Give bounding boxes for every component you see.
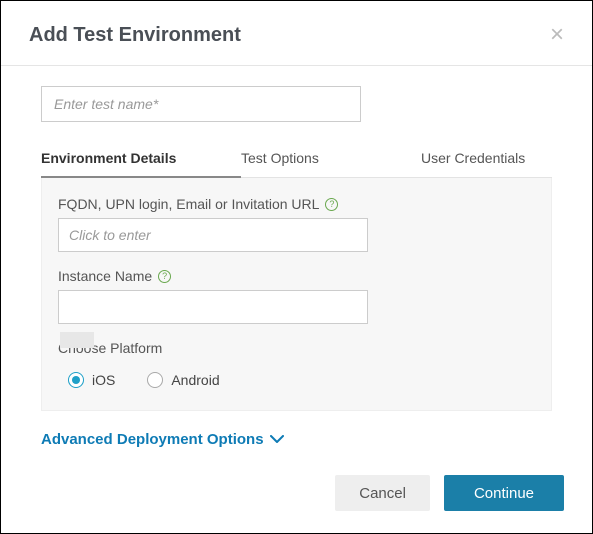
help-icon[interactable]: ?	[158, 270, 171, 283]
close-icon[interactable]: ×	[550, 23, 564, 47]
cancel-button[interactable]: Cancel	[335, 475, 430, 511]
platform-ios-label: iOS	[92, 372, 115, 388]
dialog-title: Add Test Environment	[29, 24, 241, 47]
instance-name-label: Instance Name	[58, 268, 152, 284]
tab-environment-details[interactable]: Environment Details	[41, 140, 241, 178]
instance-placeholder-bar	[60, 332, 94, 348]
fqdn-input[interactable]	[58, 218, 368, 252]
advanced-label: Advanced Deployment Options	[41, 431, 264, 448]
tab-test-options[interactable]: Test Options	[241, 140, 421, 177]
continue-button[interactable]: Continue	[444, 475, 564, 511]
instance-name-input[interactable]	[58, 290, 368, 324]
environment-details-panel: FQDN, UPN login, Email or Invitation URL…	[41, 178, 552, 411]
platform-radio-ios[interactable]: iOS	[68, 372, 115, 388]
radio-icon	[147, 372, 163, 388]
radio-icon	[68, 372, 84, 388]
fqdn-label: FQDN, UPN login, Email or Invitation URL	[58, 196, 319, 212]
chevron-down-icon	[270, 435, 284, 444]
test-name-input[interactable]	[41, 86, 361, 122]
tab-bar: Environment Details Test Options User Cr…	[41, 140, 552, 178]
platform-android-label: Android	[171, 372, 219, 388]
platform-radio-android[interactable]: Android	[147, 372, 219, 388]
tab-user-credentials[interactable]: User Credentials	[421, 140, 552, 177]
advanced-deployment-toggle[interactable]: Advanced Deployment Options	[41, 431, 284, 448]
help-icon[interactable]: ?	[325, 198, 338, 211]
